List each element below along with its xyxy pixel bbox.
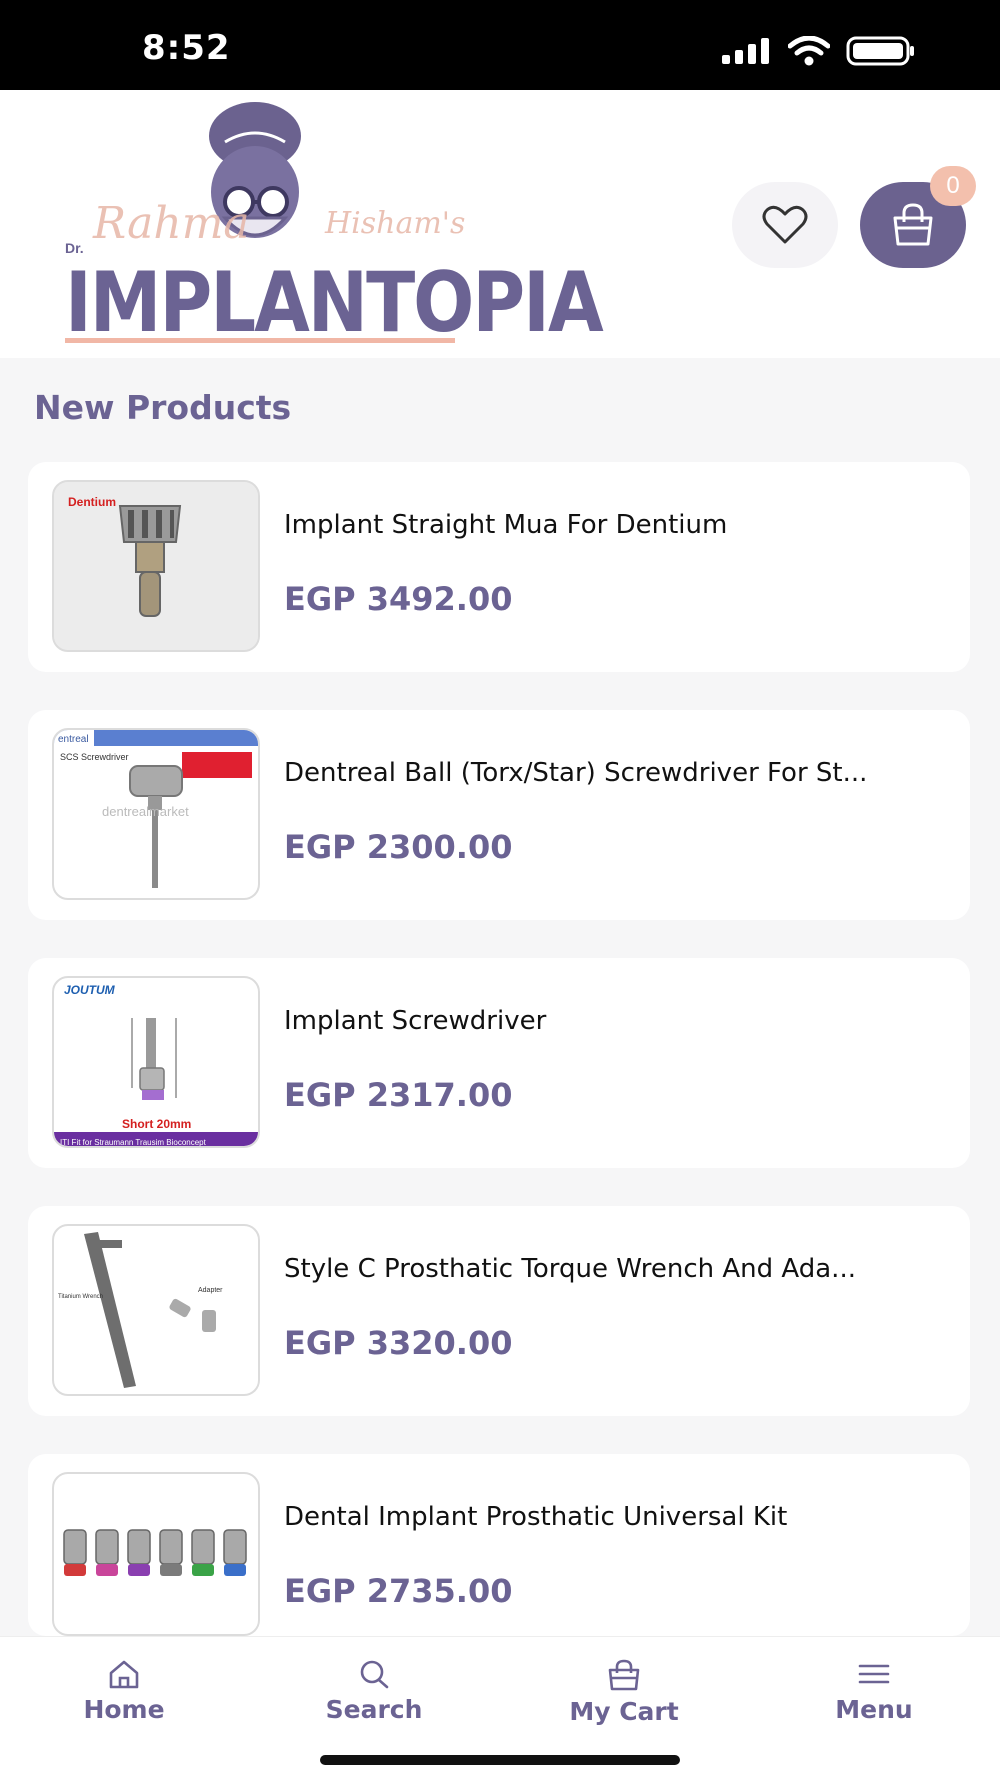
kit-part-color-band: [224, 1564, 246, 1576]
status-time: 8:52: [142, 28, 231, 68]
product-name[interactable]: Dentreal Ball (Torx/Star) Screwdriver Fo…: [284, 758, 954, 788]
product-price: EGP 2735.00: [284, 1572, 513, 1610]
kit-part-body: [63, 1529, 87, 1565]
menu-icon: [858, 1664, 890, 1684]
status-bar: 8:52: [0, 0, 1000, 90]
scs-screwdriver-image-icon: entreal SCS Screwdriver dentrealmarket: [54, 730, 258, 888]
implant-screwdriver-image-icon: JOUTUM Short 20mm ITI Fit for Straumann …: [54, 983, 258, 1147]
product-name[interactable]: Implant Straight Mua For Dentium: [284, 510, 954, 540]
kit-part-body: [127, 1529, 151, 1565]
product-price: EGP 2300.00: [284, 828, 513, 866]
kit-part-color-band: [160, 1564, 182, 1576]
logo-script-last: Hisham's: [325, 206, 466, 241]
battery-icon: [846, 36, 914, 66]
torque-wrench-image-icon: Titanium Wrench Adapter: [58, 1232, 223, 1388]
product-image[interactable]: [52, 1472, 260, 1636]
status-icons: [722, 36, 916, 66]
product-card[interactable]: Dental Implant Prosthatic Universal Kit …: [28, 1454, 970, 1636]
brand-label: Dentium: [68, 495, 116, 509]
product-name[interactable]: Implant Screwdriver: [284, 1006, 954, 1036]
product-name[interactable]: Dental Implant Prosthatic Universal Kit: [284, 1502, 954, 1532]
watermark-label: dentrealmarket: [102, 804, 189, 819]
bottom-nav: Home Search My Cart Menu: [0, 1636, 1000, 1778]
product-name[interactable]: Style C Prosthatic Torque Wrench And Ada…: [284, 1254, 954, 1284]
brand-label: entreal: [58, 734, 89, 745]
app-header: Rahma Hisham's Dr. IMPLANTOPIA 0: [0, 90, 1000, 358]
signal-icon: [722, 38, 769, 64]
product-image[interactable]: entreal SCS Screwdriver dentrealmarket: [52, 728, 260, 900]
logo-underline: [65, 338, 455, 343]
kit-part-body: [223, 1529, 247, 1565]
heart-icon: [762, 205, 808, 244]
nav-home[interactable]: Home: [24, 1659, 224, 1724]
caption-label: SCS Screwdriver: [60, 752, 129, 762]
product-price: EGP 3320.00: [284, 1324, 513, 1362]
logo-wordmark: IMPLANTOPIA: [65, 254, 604, 351]
kit-part-color-band: [128, 1564, 150, 1576]
wishlist-button[interactable]: [732, 182, 838, 268]
kit-part-body: [191, 1529, 215, 1565]
brand-label: JOUTUM: [64, 983, 116, 997]
kit-part-body: [95, 1529, 119, 1565]
adapter-label: Adapter: [198, 1287, 223, 1294]
nav-cart[interactable]: My Cart: [524, 1659, 724, 1726]
kit-part-body: [159, 1529, 183, 1565]
shopping-bag-icon: [893, 203, 933, 246]
product-image[interactable]: Dentium: [52, 480, 260, 652]
product-card[interactable]: entreal SCS Screwdriver dentrealmarket D…: [28, 710, 970, 920]
product-image[interactable]: Titanium Wrench Adapter: [52, 1224, 260, 1396]
logo-script-first: Rahma: [93, 198, 250, 249]
kit-part-color-band: [64, 1564, 86, 1576]
home-indicator: [320, 1755, 680, 1765]
product-card[interactable]: JOUTUM Short 20mm ITI Fit for Straumann …: [28, 958, 970, 1168]
product-image[interactable]: JOUTUM Short 20mm ITI Fit for Straumann …: [52, 976, 260, 1148]
cart-count-badge: 0: [930, 166, 976, 206]
kit-part-color-band: [192, 1564, 214, 1576]
nav-cart-label: My Cart: [569, 1697, 679, 1726]
nav-search-label: Search: [325, 1695, 423, 1724]
home-icon: [109, 1660, 139, 1689]
brand-logo[interactable]: Rahma Hisham's Dr. IMPLANTOPIA: [55, 102, 604, 352]
wrench-label: Titanium Wrench: [58, 1294, 103, 1300]
nav-home-label: Home: [83, 1695, 165, 1724]
wifi-icon: [788, 36, 830, 66]
nav-menu-label: Menu: [835, 1695, 913, 1724]
universal-kit-image-icon: [63, 1529, 247, 1576]
product-card[interactable]: Titanium Wrench Adapter Style C Prosthat…: [28, 1206, 970, 1416]
footer-label: ITI Fit for Straumann Trausim Bioconcept: [60, 1138, 207, 1147]
product-price: EGP 2317.00: [284, 1076, 513, 1114]
product-price: EGP 3492.00: [284, 580, 513, 618]
kit-part-color-band: [96, 1564, 118, 1576]
nav-search[interactable]: Search: [274, 1659, 474, 1724]
caption-label: Short 20mm: [122, 1117, 191, 1131]
bag-icon: [608, 1659, 640, 1691]
search-icon: [360, 1660, 389, 1689]
nav-menu[interactable]: Menu: [774, 1659, 974, 1724]
product-card[interactable]: Dentium Implant Straight Mua For Dentium…: [28, 462, 970, 672]
section-title: New Products: [34, 388, 292, 427]
straight-mua-image-icon: Dentium: [54, 482, 258, 650]
